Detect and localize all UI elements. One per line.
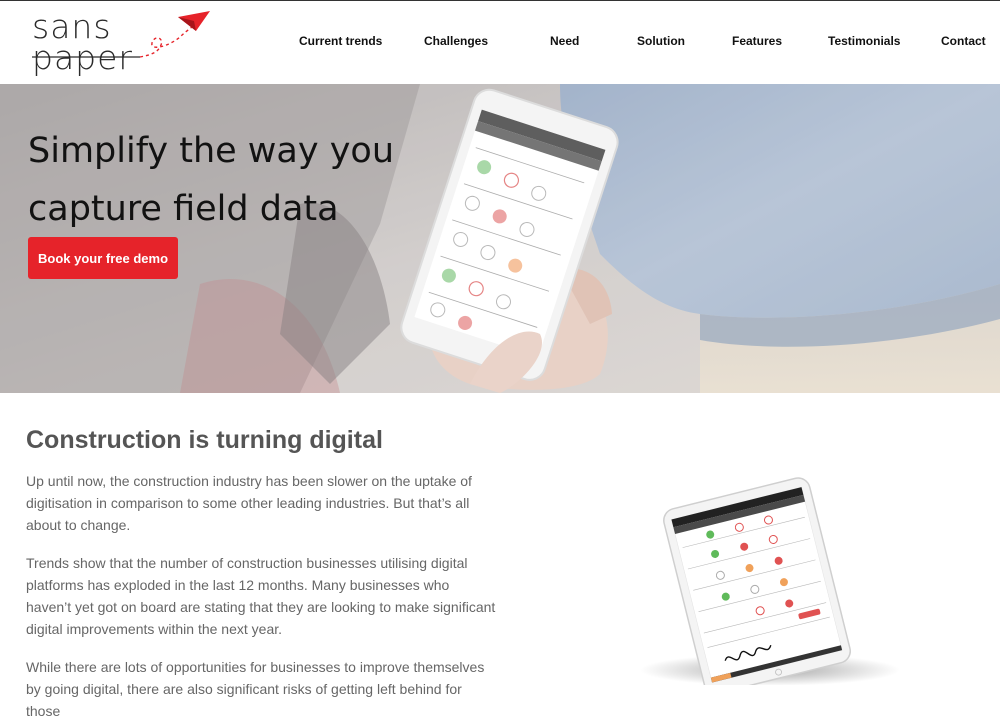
intro-paragraph-3: While there are lots of opportunities fo… (26, 659, 485, 719)
hero-banner: Simplify the way you capture field data … (0, 84, 1000, 393)
main-navigation: Current trends Challenges Need Solution … (0, 34, 1000, 54)
nav-features[interactable]: Features (732, 34, 782, 48)
site-header: sans paper Current trends Challenges Nee… (0, 0, 1000, 84)
nav-contact[interactable]: Contact (941, 34, 986, 48)
nav-testimonials[interactable]: Testimonials (828, 34, 900, 48)
nav-need[interactable]: Need (550, 34, 579, 48)
hero-headline: Simplify the way you capture field data (28, 131, 395, 229)
book-free-demo-button[interactable]: Book your free demo (28, 237, 178, 279)
section-heading: Construction is turning digital (26, 426, 383, 454)
nav-challenges[interactable]: Challenges (424, 34, 488, 48)
intro-paragraph-2: Trends show that the number of construct… (26, 555, 496, 637)
intro-paragraph-1: Up until now, the construction industry … (26, 473, 472, 533)
tablet-app-illustration (640, 477, 900, 685)
nav-solution[interactable]: Solution (637, 34, 685, 48)
nav-current-trends[interactable]: Current trends (299, 34, 382, 48)
